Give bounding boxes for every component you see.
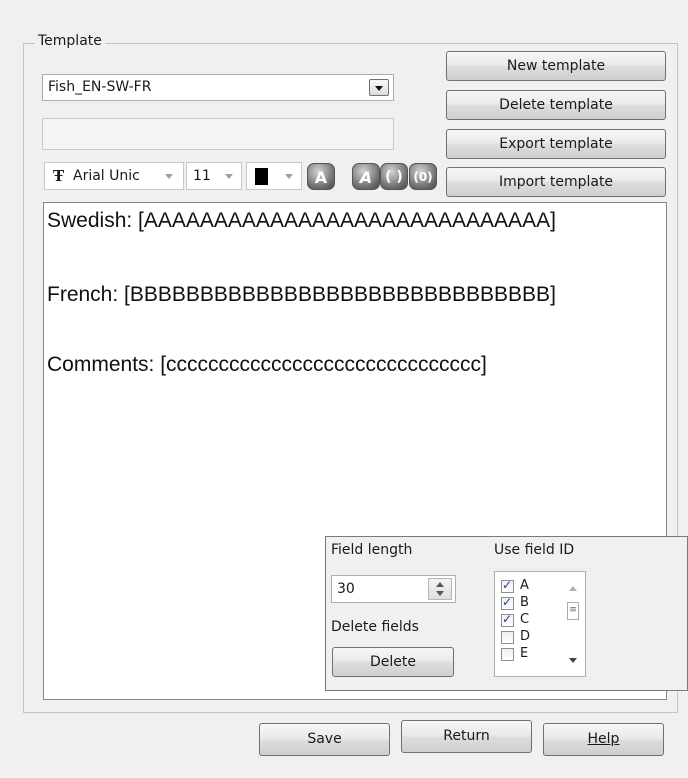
help-label: Help (587, 731, 620, 747)
brackets-icon: ( ) (385, 169, 403, 185)
bold-button[interactable]: A (307, 163, 335, 190)
brackets-button[interactable]: ( ) (380, 163, 408, 190)
use-field-id-label: Use field ID (494, 542, 575, 558)
chevron-down-icon[interactable] (225, 174, 233, 179)
scroll-down-icon[interactable] (569, 658, 577, 663)
field-length-value: 30 (337, 581, 355, 597)
editor-line-swedish: Swedish: [AAAAAAAAAAAAAAAAAAAAAAAAAAAAA] (47, 209, 556, 232)
template-group-title: Template (35, 33, 105, 49)
list-scrollbar[interactable]: ≡ (561, 572, 585, 676)
checkbox-d[interactable] (501, 631, 514, 644)
delete-fields-button[interactable]: Delete (332, 647, 454, 677)
chevron-down-icon[interactable] (165, 174, 173, 179)
field-length-stepper[interactable]: 30 (331, 575, 456, 603)
template-select[interactable]: Fish_EN-SW-FR (42, 74, 394, 101)
save-button[interactable]: Save (259, 723, 390, 756)
delete-template-button[interactable]: Delete template (446, 90, 666, 120)
return-button[interactable]: Return (401, 720, 532, 753)
italic-icon: A (359, 168, 373, 187)
font-color-select[interactable] (246, 162, 302, 190)
spin-buttons[interactable] (428, 578, 452, 600)
font-family-value: Arial Unic (73, 168, 140, 184)
font-size-select[interactable]: 11 (186, 162, 242, 190)
checkbox-a[interactable] (501, 578, 514, 593)
spin-up-icon[interactable] (436, 582, 444, 587)
export-template-button[interactable]: Export template (446, 129, 666, 159)
italic-button[interactable]: A (352, 163, 380, 190)
template-select-value: Fish_EN-SW-FR (48, 79, 152, 95)
checkbox-b[interactable] (501, 595, 514, 610)
font-size-value: 11 (193, 168, 211, 184)
chevron-down-icon[interactable] (285, 174, 293, 179)
field-length-label: Field length (331, 542, 413, 558)
spin-down-icon[interactable] (436, 591, 444, 596)
font-color-swatch (255, 168, 268, 185)
delete-fields-label: Delete fields (331, 619, 419, 635)
font-family-select[interactable]: Ŧ Arial Unic (44, 162, 184, 190)
field-id-list[interactable]: A B C D E ≡ (494, 571, 586, 677)
template-name-field[interactable] (42, 118, 394, 150)
chevron-down-icon[interactable] (369, 79, 389, 96)
scroll-up-icon[interactable] (569, 586, 577, 591)
scroll-thumb[interactable]: ≡ (567, 602, 579, 620)
editor-line-french: French: [BBBBBBBBBBBBBBBBBBBBBBBBBBBBBB] (47, 283, 556, 306)
checkbox-c[interactable] (501, 612, 514, 627)
field-brackets-button[interactable]: (0) (409, 163, 437, 190)
new-template-button[interactable]: New template (446, 51, 666, 81)
field-panel: Field length Use field ID 30 Delete fiel… (325, 536, 688, 691)
truetype-font-icon: Ŧ (53, 167, 65, 185)
editor-line-comments: Comments: [ccccccccccccccccccccccccccccc… (47, 353, 487, 376)
checkbox-e[interactable] (501, 648, 514, 661)
bold-icon: A (314, 168, 328, 187)
import-template-button[interactable]: Import template (446, 167, 666, 197)
field-brackets-icon: (0) (413, 170, 433, 184)
help-button[interactable]: Help (543, 723, 664, 756)
